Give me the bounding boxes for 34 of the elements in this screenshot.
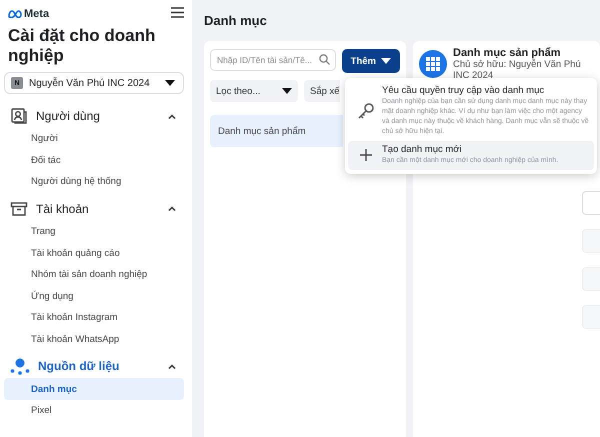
sidebar-section[interactable]: Tài khoản: [4, 196, 184, 221]
user-icon: [10, 107, 28, 125]
sidebar-item[interactable]: Trang: [4, 220, 184, 242]
sidebar-item[interactable]: Đối tác: [4, 150, 184, 172]
sidebar-section[interactable]: Người dùng: [4, 104, 184, 128]
section-title: Danh mục: [204, 13, 268, 28]
owner-text: Chủ sở hữu: Nguyễn Văn Phú INC 2024: [453, 59, 582, 81]
brand-logo: Meta: [8, 8, 50, 20]
sidebar-item[interactable]: Tài khoản WhatsApp: [4, 328, 184, 350]
sidebar-item[interactable]: Nhóm tài sản doanh nghiệp: [4, 264, 184, 286]
add-button[interactable]: Thêm: [342, 49, 400, 73]
caret-icon: [381, 58, 391, 64]
sidebar-item[interactable]: Ứng dụng: [4, 286, 184, 308]
filter-dropdown[interactable]: Lọc theo...: [210, 80, 298, 102]
catalog-title: Danh mục sản phẩm: [453, 47, 562, 59]
caret-icon: [165, 80, 175, 86]
sidebar-item[interactable]: Tài khoản quảng cáo: [4, 242, 184, 264]
sort-dropdown[interactable]: Sắp xế: [304, 80, 340, 102]
sidebar-section[interactable]: Nguồn dữ liệu: [4, 354, 184, 378]
people-network-icon: [10, 357, 30, 376]
page-heading: Cài đặt cho doanh nghiệp: [8, 26, 156, 66]
catalog-list-item[interactable]: Danh mục sản phẩm: [210, 115, 343, 147]
archive-box-icon: [10, 200, 28, 218]
key-icon: [356, 101, 376, 121]
sidebar-item[interactable]: Pixel: [4, 400, 184, 422]
option-title: Yêu cầu quyền truy cập vào danh mục: [382, 85, 546, 97]
search-icon: [318, 54, 330, 65]
search-field[interactable]: Nhập ID/Tên tài sản/Tê...: [210, 49, 336, 71]
option-title: Tạo danh mục mới: [382, 144, 463, 156]
sidebar-item[interactable]: Người dùng hệ thống: [4, 171, 184, 193]
sidebar-item[interactable]: Người: [4, 128, 184, 150]
sidebar-item[interactable]: Danh mục: [4, 378, 184, 400]
sidebar-item[interactable]: Tài khoản Instagram: [4, 307, 184, 329]
caret-icon: [282, 88, 292, 94]
